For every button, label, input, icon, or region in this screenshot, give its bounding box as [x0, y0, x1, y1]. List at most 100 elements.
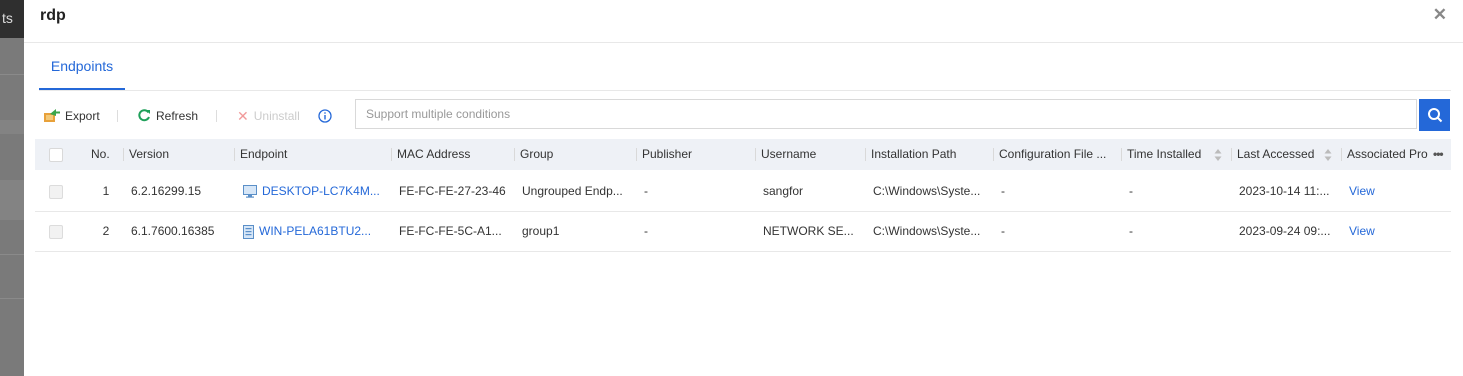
table-row[interactable]: 1 6.2.16299.15 DESKTOP-LC7K4M... FE-FC-F…: [35, 172, 1451, 212]
column-separator: [1231, 148, 1232, 161]
column-header-mac-address: MAC Address: [391, 139, 511, 170]
column-separator: [1121, 148, 1122, 161]
row-checkbox[interactable]: [49, 225, 63, 239]
background-divider: [0, 298, 24, 299]
column-separator: [391, 148, 392, 161]
rdp-dialog: rdp ✕ Endpoints Export Refresh ✕ Uninsta…: [24, 0, 1463, 376]
server-icon: [243, 224, 254, 239]
cell-username: sangfor: [763, 184, 804, 198]
row-checkbox[interactable]: [49, 185, 63, 199]
background-divider: [0, 74, 24, 75]
cell-time-installed: -: [1129, 224, 1133, 238]
column-separator: [993, 148, 994, 161]
tab-endpoints-label: Endpoints: [50, 58, 114, 74]
cell-group: Ungrouped Endp...: [522, 184, 623, 198]
background-band: [0, 120, 24, 134]
cell-version: 6.1.7600.16385: [131, 224, 215, 238]
search-button[interactable]: [1419, 99, 1450, 131]
column-header-label: Version: [129, 147, 170, 161]
search-input[interactable]: [355, 99, 1417, 129]
close-icon[interactable]: ✕: [1433, 5, 1447, 25]
cell-installation-path: C:\Windows\Syste...: [873, 184, 981, 198]
column-header-label: Username: [761, 147, 817, 161]
cell-group: group1: [522, 224, 560, 238]
cell-configuration-file: -: [1001, 224, 1005, 238]
view-link[interactable]: View: [1349, 224, 1375, 238]
column-header-configuration-file: Configuration File ...: [993, 139, 1121, 170]
table-header: No. Version Endpoint MAC Address Group P…: [35, 139, 1451, 170]
background-divider: [0, 254, 24, 255]
cell-associated: View: [1349, 212, 1449, 251]
column-header-last-accessed[interactable]: Last Accessed: [1231, 139, 1341, 170]
tab-endpoints[interactable]: Endpoints: [39, 58, 125, 90]
column-header-label: MAC Address: [397, 147, 471, 161]
table-row[interactable]: 2 6.1.7600.16385 WIN-PELA61BTU2... FE-FC…: [35, 212, 1451, 252]
title-divider: [24, 42, 1463, 43]
cell-publisher: -: [644, 224, 648, 238]
column-header-label: Last Accessed: [1237, 147, 1315, 161]
cell-last-accessed: 2023-09-24 09:...: [1239, 224, 1331, 238]
cell-mac-address: FE-FC-FE-27-23-46: [399, 184, 506, 198]
export-icon: [44, 108, 60, 125]
column-header-label: Installation Path: [871, 147, 957, 161]
uninstall-icon: ✕: [237, 107, 249, 124]
column-separator: [514, 148, 515, 161]
ellipsis-icon[interactable]: •••: [1433, 139, 1444, 170]
column-separator: [636, 148, 637, 161]
sort-icon[interactable]: [1214, 148, 1222, 162]
column-header-version: Version: [123, 139, 231, 170]
column-header-username: Username: [755, 139, 863, 170]
column-separator: [1341, 148, 1342, 161]
column-separator: [123, 148, 124, 161]
background-tab: ts: [0, 0, 24, 38]
cell-configuration-file: -: [1001, 184, 1005, 198]
cell-publisher: -: [644, 184, 648, 198]
column-header-installation-path: Installation Path: [865, 139, 991, 170]
column-header-group: Group: [514, 139, 634, 170]
dialog-title: rdp: [40, 7, 66, 24]
cell-time-installed: -: [1129, 184, 1133, 198]
refresh-button[interactable]: Refresh: [137, 108, 198, 124]
info-icon[interactable]: [318, 108, 332, 124]
refresh-icon: [137, 108, 151, 125]
cell-installation-path: C:\Windows\Syste...: [873, 224, 981, 238]
endpoint-link[interactable]: WIN-PELA61BTU2...: [259, 224, 371, 238]
tabs-divider: [39, 90, 1451, 91]
cell-endpoint[interactable]: WIN-PELA61BTU2...: [243, 212, 389, 251]
cell-version: 6.2.16299.15: [131, 184, 202, 198]
column-header-label: Publisher: [642, 147, 693, 161]
cell-last-accessed: 2023-10-14 11:...: [1239, 184, 1330, 198]
column-header-label: Configuration File ...: [999, 147, 1107, 161]
cell-no: 1: [102, 184, 110, 198]
uninstall-label: Uninstall: [253, 109, 300, 123]
export-label: Export: [65, 109, 100, 123]
toolbar-divider: [216, 110, 217, 122]
toolbar-divider: [117, 110, 118, 122]
column-header-label: Endpoint: [240, 147, 288, 161]
refresh-label: Refresh: [156, 109, 199, 123]
cell-mac-address: FE-FC-FE-5C-A1...: [399, 224, 502, 238]
cell-username: NETWORK SE...: [763, 224, 854, 238]
endpoint-link[interactable]: DESKTOP-LC7K4M...: [262, 184, 380, 198]
column-header-associated: Associated Pro •••: [1341, 139, 1451, 170]
search-icon: [1427, 108, 1442, 123]
select-all-checkbox[interactable]: [49, 148, 63, 162]
background-band: [0, 180, 24, 220]
column-header-endpoint: Endpoint: [234, 139, 389, 170]
column-header-publisher: Publisher: [636, 139, 752, 170]
column-header-no: No.: [91, 139, 121, 170]
cell-endpoint[interactable]: DESKTOP-LC7K4M...: [243, 172, 389, 211]
uninstall-button[interactable]: ✕ Uninstall: [237, 108, 300, 124]
column-header-time-installed[interactable]: Time Installed: [1121, 139, 1231, 170]
cell-no: 2: [102, 224, 110, 238]
column-separator: [755, 148, 756, 161]
export-button[interactable]: Export: [44, 108, 100, 124]
column-header-label: Associated Pro: [1347, 147, 1428, 161]
column-separator: [865, 148, 866, 161]
desktop-icon: [243, 185, 257, 199]
column-header-label: Time Installed: [1127, 147, 1202, 161]
view-link[interactable]: View: [1349, 184, 1375, 198]
background-tab-label: ts: [2, 10, 13, 26]
column-separator: [234, 148, 235, 161]
sort-icon[interactable]: [1324, 148, 1332, 162]
